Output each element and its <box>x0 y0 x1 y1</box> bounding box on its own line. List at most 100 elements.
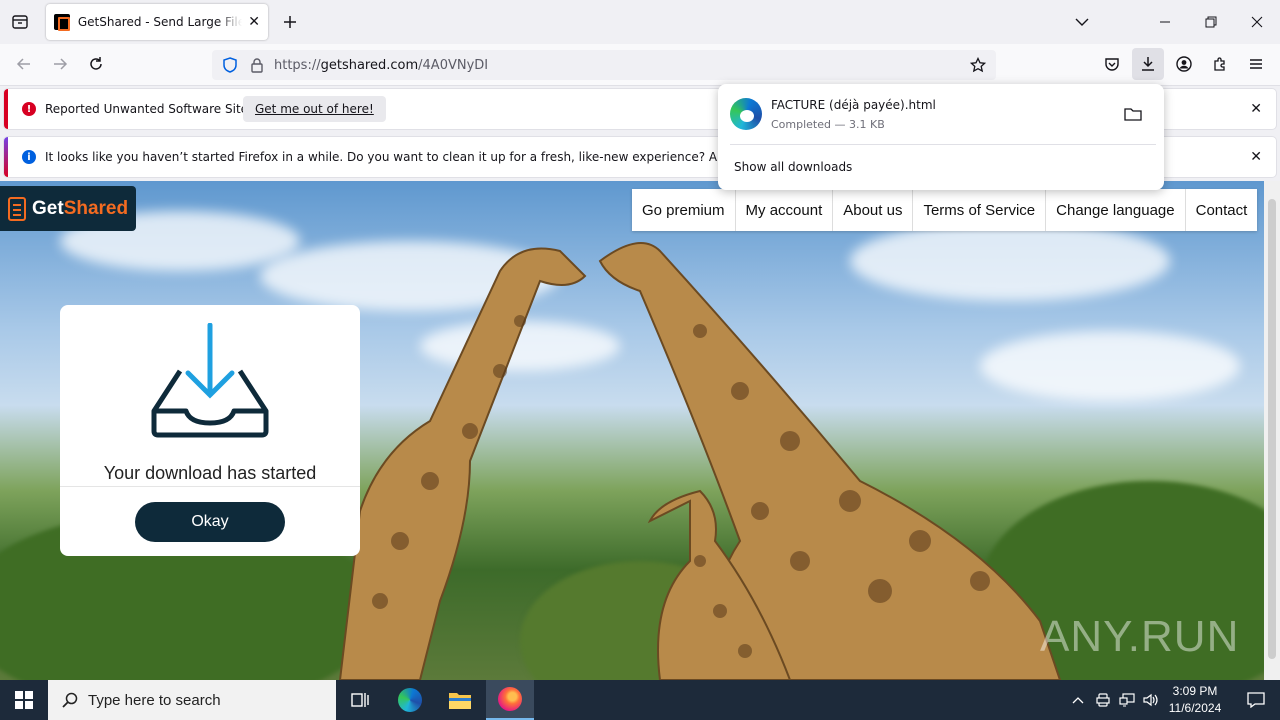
tray-volume-button[interactable] <box>1140 680 1162 720</box>
downloads-button[interactable] <box>1132 48 1164 80</box>
tracking-protection-shield-icon <box>223 57 237 73</box>
download-filename[interactable]: FACTURE (déjà payée).html <box>771 98 936 112</box>
close-window-button[interactable] <box>1234 0 1280 44</box>
plus-icon <box>284 16 296 28</box>
site-navigation: Go premium My account About us Terms of … <box>632 189 1258 231</box>
arrow-right-icon <box>54 58 68 70</box>
taskbar-search-box[interactable]: Type here to search <box>48 680 336 720</box>
firefox-view-icon <box>12 15 28 29</box>
scrollbar-thumb[interactable] <box>1268 199 1276 659</box>
action-center-button[interactable] <box>1232 680 1280 720</box>
search-icon <box>62 692 78 708</box>
dialog-divider <box>60 486 360 487</box>
nav-contact[interactable]: Contact <box>1186 189 1258 231</box>
account-icon <box>1176 56 1192 72</box>
okay-button[interactable]: Okay <box>135 502 285 542</box>
navigation-toolbar: https://getshared.com/4A0VNyDI <box>0 44 1280 86</box>
restore-button[interactable] <box>1188 0 1234 44</box>
list-all-tabs-button[interactable] <box>1064 4 1100 40</box>
bookmark-star-icon <box>970 57 986 73</box>
pocket-icon <box>1105 58 1119 71</box>
chevron-down-icon <box>1075 18 1089 26</box>
anyrun-watermark: ANY.RUN <box>1040 612 1240 661</box>
arrow-left-icon <box>16 58 30 70</box>
download-status: Completed — 3.1 KB <box>771 118 885 131</box>
nav-terms-of-service[interactable]: Terms of Service <box>913 189 1047 231</box>
hamburger-menu-icon <box>1250 59 1262 69</box>
tab-strip: GetShared - Send Large Files and ✕ <box>0 0 1280 44</box>
reload-button[interactable] <box>80 48 112 80</box>
info-stripe <box>4 137 8 177</box>
info-icon: i <box>22 150 36 164</box>
warning-message: Reported Unwanted Software Site! <box>45 102 253 116</box>
reload-icon <box>90 57 102 70</box>
logo-text-get: Get <box>32 197 64 219</box>
firefox-icon <box>498 687 522 711</box>
url-text: https://getshared.com/4A0VNyDI <box>274 57 489 73</box>
new-tab-button[interactable] <box>272 4 308 40</box>
show-all-downloads-link[interactable]: Show all downloads <box>734 160 852 174</box>
forward-button[interactable] <box>44 48 76 80</box>
download-started-dialog: Your download has started Okay <box>60 305 360 556</box>
app-menu-button[interactable] <box>1240 48 1272 80</box>
tray-network-button[interactable] <box>1116 680 1138 720</box>
task-view-icon <box>351 693 369 707</box>
taskbar-file-explorer[interactable] <box>436 680 484 720</box>
close-warning-icon[interactable]: ✕ <box>1250 101 1262 117</box>
back-button[interactable] <box>8 48 40 80</box>
inbox-download-icon <box>151 323 269 438</box>
firefox-view-button[interactable] <box>2 4 38 40</box>
getshared-logo[interactable]: Get Shared <box>0 186 136 231</box>
downloads-separator <box>730 144 1156 145</box>
logo-text-shared: Shared <box>63 197 129 219</box>
tab-title: GetShared - Send Large Files and <box>77 15 243 29</box>
nav-about-us[interactable]: About us <box>833 189 914 231</box>
taskbar-edge[interactable] <box>386 680 434 720</box>
chevron-up-icon <box>1072 697 1084 704</box>
close-tab-icon[interactable]: ✕ <box>248 14 260 30</box>
edge-icon <box>398 688 422 712</box>
puzzle-icon <box>1214 57 1225 71</box>
minimize-button[interactable] <box>1142 0 1188 44</box>
address-bar[interactable]: https://getshared.com/4A0VNyDI <box>212 50 996 80</box>
clock-time: 3:09 PM <box>1172 684 1218 698</box>
close-notification-icon[interactable]: ✕ <box>1250 149 1262 165</box>
browser-tab-active[interactable]: GetShared - Send Large Files and ✕ <box>46 4 268 40</box>
getshared-favicon <box>54 14 70 31</box>
nav-change-language[interactable]: Change language <box>1046 189 1186 231</box>
pocket-button[interactable] <box>1096 48 1128 80</box>
open-folder-icon[interactable] <box>1124 106 1142 122</box>
windows-taskbar: Type here to search 3:09 PM 11/6/2024 <box>0 680 1280 720</box>
device-icon <box>1096 693 1110 707</box>
clock-date: 11/6/2024 <box>1168 701 1222 715</box>
getshared-logo-icon <box>8 196 26 221</box>
show-hidden-icons-button[interactable] <box>1066 680 1090 720</box>
nav-go-premium[interactable]: Go premium <box>632 189 736 231</box>
windows-logo-icon <box>15 691 33 709</box>
close-icon <box>1251 16 1263 28</box>
folder-icon <box>449 693 471 709</box>
minimize-icon <box>1160 21 1170 23</box>
task-view-button[interactable] <box>336 680 384 720</box>
volume-icon <box>1143 693 1158 707</box>
restore-icon <box>1205 16 1217 28</box>
nav-my-account[interactable]: My account <box>736 189 834 231</box>
taskbar-firefox[interactable] <box>486 680 534 720</box>
extensions-button[interactable] <box>1204 48 1236 80</box>
notification-icon <box>1247 692 1265 708</box>
downloads-panel: FACTURE (déjà payée).html Completed — 3.… <box>718 84 1164 190</box>
tray-device-button[interactable] <box>1092 680 1114 720</box>
edge-file-icon <box>730 98 762 130</box>
start-button[interactable] <box>0 680 48 720</box>
download-arrow-icon <box>1142 57 1154 71</box>
network-icon <box>1119 693 1135 707</box>
warning-stripe <box>4 89 8 129</box>
download-started-message: Your download has started <box>103 463 317 483</box>
account-button[interactable] <box>1168 48 1200 80</box>
get-me-out-button[interactable]: Get me out of here! <box>243 96 386 122</box>
taskbar-search-placeholder: Type here to search <box>88 691 221 709</box>
taskbar-clock[interactable]: 3:09 PM 11/6/2024 <box>1166 683 1224 717</box>
lock-icon <box>251 58 263 73</box>
page-scrollbar[interactable] <box>1264 181 1280 680</box>
warning-exclamation-icon: ! <box>22 102 36 116</box>
